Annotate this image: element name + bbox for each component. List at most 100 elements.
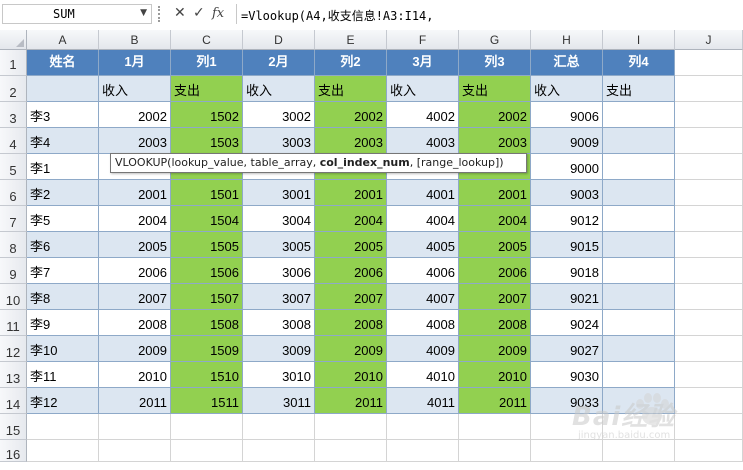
- tooltip-current-arg[interactable]: col_index_num: [320, 156, 410, 169]
- column-header-i[interactable]: I: [603, 30, 675, 50]
- column-header-g[interactable]: G: [459, 30, 531, 50]
- cell-b13[interactable]: 2010: [99, 362, 171, 388]
- cell-f16[interactable]: [387, 440, 459, 462]
- select-all-button[interactable]: [0, 30, 27, 50]
- cell-a5[interactable]: 李1: [27, 154, 99, 180]
- column-header-e[interactable]: E: [315, 30, 387, 50]
- cell-h8[interactable]: 9015: [531, 232, 603, 258]
- cell-g8[interactable]: 2005: [459, 232, 531, 258]
- cell-a1[interactable]: 姓名: [27, 50, 99, 76]
- cell-c4[interactable]: 1503: [171, 128, 243, 154]
- cell-a14[interactable]: 李12: [27, 388, 99, 414]
- row-header-2[interactable]: 2: [0, 76, 27, 102]
- cell-a15[interactable]: [27, 414, 99, 440]
- column-header-j[interactable]: J: [675, 30, 743, 50]
- cell-i12[interactable]: [603, 336, 675, 362]
- cell-b7[interactable]: 2004: [99, 206, 171, 232]
- cell-b15[interactable]: [99, 414, 171, 440]
- cell-i13[interactable]: [603, 362, 675, 388]
- cell-h2[interactable]: 收入: [531, 76, 603, 102]
- row-header-12[interactable]: 12: [0, 336, 27, 362]
- cell-d4[interactable]: 3003: [243, 128, 315, 154]
- cell-a7[interactable]: 李5: [27, 206, 99, 232]
- cell-g1[interactable]: 列3: [459, 50, 531, 76]
- column-header-c[interactable]: C: [171, 30, 243, 50]
- cell-j8[interactable]: [675, 232, 743, 258]
- cell-g9[interactable]: 2006: [459, 258, 531, 284]
- cell-e2[interactable]: 支出: [315, 76, 387, 102]
- row-header-10[interactable]: 10: [0, 284, 27, 310]
- cell-j4[interactable]: [675, 128, 743, 154]
- cell-b1[interactable]: 1月: [99, 50, 171, 76]
- cell-g7[interactable]: 2004: [459, 206, 531, 232]
- cell-b12[interactable]: 2009: [99, 336, 171, 362]
- cell-e12[interactable]: 2009: [315, 336, 387, 362]
- cell-d1[interactable]: 2月: [243, 50, 315, 76]
- cell-j2[interactable]: [675, 76, 743, 102]
- column-header-d[interactable]: D: [243, 30, 315, 50]
- cell-a6[interactable]: 李2: [27, 180, 99, 206]
- cell-c9[interactable]: 1506: [171, 258, 243, 284]
- cell-h11[interactable]: 9024: [531, 310, 603, 336]
- cell-e14[interactable]: 2011: [315, 388, 387, 414]
- cell-h4[interactable]: 9009: [531, 128, 603, 154]
- row-header-4[interactable]: 4: [0, 128, 27, 154]
- cell-h6[interactable]: 9003: [531, 180, 603, 206]
- row-header-6[interactable]: 6: [0, 180, 27, 206]
- cell-j9[interactable]: [675, 258, 743, 284]
- cell-e1[interactable]: 列2: [315, 50, 387, 76]
- row-header-11[interactable]: 11: [0, 310, 27, 336]
- cell-j13[interactable]: [675, 362, 743, 388]
- cell-j3[interactable]: [675, 102, 743, 128]
- cell-d13[interactable]: 3010: [243, 362, 315, 388]
- chevron-down-icon[interactable]: ▼: [140, 8, 147, 18]
- cell-g15[interactable]: [459, 414, 531, 440]
- row-header-1[interactable]: 1: [0, 50, 27, 76]
- cancel-icon[interactable]: ✕: [174, 5, 186, 21]
- cell-c11[interactable]: 1508: [171, 310, 243, 336]
- cell-e9[interactable]: 2006: [315, 258, 387, 284]
- formula-input[interactable]: =Vlookup(A4,收支信息!A3:I14,: [236, 4, 741, 24]
- cell-g2[interactable]: 支出: [459, 76, 531, 102]
- cell-j10[interactable]: [675, 284, 743, 310]
- cell-j11[interactable]: [675, 310, 743, 336]
- cell-g3[interactable]: 2002: [459, 102, 531, 128]
- cell-f7[interactable]: 4004: [387, 206, 459, 232]
- row-header-13[interactable]: 13: [0, 362, 27, 388]
- cell-g14[interactable]: 2011: [459, 388, 531, 414]
- cell-f12[interactable]: 4009: [387, 336, 459, 362]
- cell-b8[interactable]: 2005: [99, 232, 171, 258]
- cell-a8[interactable]: 李6: [27, 232, 99, 258]
- cell-c1[interactable]: 列1: [171, 50, 243, 76]
- column-header-a[interactable]: A: [27, 30, 99, 50]
- cell-b2[interactable]: 收入: [99, 76, 171, 102]
- cell-d11[interactable]: 3008: [243, 310, 315, 336]
- cell-d14[interactable]: 3011: [243, 388, 315, 414]
- cell-b16[interactable]: [99, 440, 171, 462]
- cell-d12[interactable]: 3009: [243, 336, 315, 362]
- row-header-5[interactable]: 5: [0, 154, 27, 180]
- row-header-3[interactable]: 3: [0, 102, 27, 128]
- cell-a11[interactable]: 李9: [27, 310, 99, 336]
- cell-c13[interactable]: 1510: [171, 362, 243, 388]
- cell-i5[interactable]: [603, 154, 675, 180]
- cell-j5[interactable]: [675, 154, 743, 180]
- cell-c2[interactable]: 支出: [171, 76, 243, 102]
- cell-e13[interactable]: 2010: [315, 362, 387, 388]
- cell-f13[interactable]: 4010: [387, 362, 459, 388]
- cell-c16[interactable]: [171, 440, 243, 462]
- cell-g12[interactable]: 2009: [459, 336, 531, 362]
- cell-c10[interactable]: 1507: [171, 284, 243, 310]
- cell-a4[interactable]: 李4: [27, 128, 99, 154]
- cell-h1[interactable]: 汇总: [531, 50, 603, 76]
- row-header-16[interactable]: 16: [0, 440, 27, 462]
- cell-d6[interactable]: 3001: [243, 180, 315, 206]
- cell-j7[interactable]: [675, 206, 743, 232]
- cell-e4[interactable]: 2003: [315, 128, 387, 154]
- cell-g13[interactable]: 2010: [459, 362, 531, 388]
- column-header-h[interactable]: H: [531, 30, 603, 50]
- cell-j12[interactable]: [675, 336, 743, 362]
- cell-e6[interactable]: 2001: [315, 180, 387, 206]
- cell-e16[interactable]: [315, 440, 387, 462]
- cell-f15[interactable]: [387, 414, 459, 440]
